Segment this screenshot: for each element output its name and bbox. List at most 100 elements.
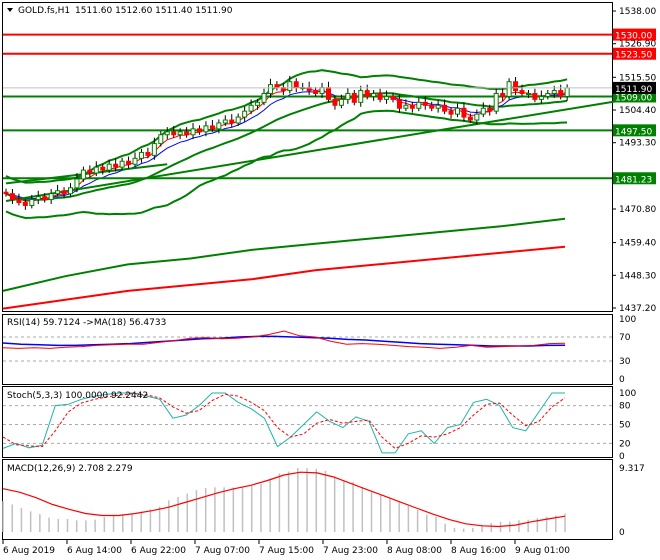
candle-bull bbox=[74, 178, 80, 189]
candle-bull bbox=[545, 93, 551, 97]
level-tag-label: 1530.00 bbox=[615, 32, 652, 42]
candle-bull bbox=[203, 125, 209, 133]
price-tick-label: 1448.30 bbox=[619, 271, 656, 281]
time-tick-label: 7 Aug 15:00 bbox=[259, 546, 314, 556]
candle-bull bbox=[48, 193, 54, 201]
time-tick-label: 8 Aug 08:00 bbox=[387, 546, 442, 556]
candle-bull bbox=[248, 104, 254, 112]
candle-bear bbox=[3, 191, 9, 195]
price-tick-label: 1493.30 bbox=[619, 139, 656, 149]
candle-bull bbox=[68, 187, 73, 195]
candle-bull bbox=[384, 95, 390, 100]
ohlc-label: 1511.60 1512.60 1511.40 1511.90 bbox=[75, 6, 233, 16]
price-tick-label: 1515.50 bbox=[619, 73, 656, 83]
candle-bull bbox=[138, 151, 144, 159]
stoch-tick-label: 20 bbox=[619, 439, 631, 449]
candle-bear bbox=[390, 95, 396, 100]
stoch-tick-label: 0 bbox=[619, 452, 625, 462]
candle-bull bbox=[242, 110, 248, 118]
candle-bull bbox=[538, 95, 544, 100]
candle-bear bbox=[500, 93, 506, 97]
candle-bull bbox=[455, 107, 460, 115]
collapse-triangle-icon[interactable] bbox=[7, 8, 13, 12]
time-tick-label: 6 Aug 22:00 bbox=[131, 546, 186, 556]
candle-bear bbox=[274, 84, 280, 89]
candle-bull bbox=[345, 93, 351, 100]
candle-bull bbox=[216, 122, 222, 130]
candle-bull bbox=[338, 98, 344, 106]
candle-bull bbox=[564, 87, 570, 97]
macd-tick-label: 0 bbox=[619, 528, 625, 538]
candle-bear bbox=[351, 93, 357, 103]
candle-bear bbox=[332, 98, 338, 106]
chart-window[interactable]: 1538.00 1526.90 1515.50 1504.40 1493.30 1470.… bbox=[0, 0, 660, 560]
trend-line bbox=[5, 163, 168, 185]
candle-bear bbox=[467, 116, 473, 121]
candle-bear bbox=[113, 163, 119, 168]
candle-bear bbox=[364, 90, 370, 97]
candle-bull bbox=[371, 93, 377, 97]
candle-bear bbox=[487, 107, 493, 112]
candle-bull bbox=[235, 116, 241, 124]
rsi-chart bbox=[2, 330, 612, 362]
current-price-label: 1511.90 bbox=[615, 85, 652, 95]
level-tag-label: 1523.50 bbox=[615, 51, 652, 61]
candle-bull bbox=[151, 143, 157, 156]
candle-bull bbox=[319, 87, 325, 94]
candle-bull bbox=[261, 93, 267, 103]
chart-canvas[interactable]: 1538.001526.901515.501504.401493.301470.… bbox=[0, 0, 660, 560]
candle-bear bbox=[422, 101, 428, 106]
rsi-tick-label: 70 bbox=[619, 333, 631, 343]
level-tag-label: 1481.23 bbox=[615, 175, 652, 185]
candle-bear bbox=[87, 169, 93, 174]
price-tick-label: 1437.20 bbox=[619, 304, 656, 314]
candle-bull bbox=[358, 90, 364, 103]
candle-bear bbox=[558, 90, 564, 97]
stoch-title: Stoch(5,3,3) 100.0000 92.2442 bbox=[7, 391, 148, 401]
candle-bear bbox=[22, 202, 28, 206]
price-tick-label: 1470.80 bbox=[619, 205, 656, 215]
candle-bull bbox=[177, 131, 183, 136]
candle-bear bbox=[396, 98, 402, 109]
slow-ma-red-line bbox=[2, 245, 566, 310]
rsi-title: RSI(14) 59.7124 ->MA(18) 56.4733 bbox=[7, 318, 166, 328]
candle-bull bbox=[435, 104, 441, 109]
candle-bull bbox=[416, 101, 422, 109]
main-panel bbox=[2, 2, 613, 312]
rsi-ma-line bbox=[2, 335, 566, 347]
macd-tick-label: 9.317 bbox=[619, 464, 645, 474]
bollinger-lower-line bbox=[5, 109, 568, 220]
candle-bear bbox=[16, 199, 22, 204]
trend-line bbox=[5, 99, 619, 203]
candle-bull bbox=[255, 101, 261, 106]
candle-bear bbox=[184, 131, 190, 136]
macd-chart bbox=[2, 468, 566, 532]
time-tick-label: 9 Aug 01:00 bbox=[515, 546, 570, 556]
candle-bear bbox=[461, 107, 467, 118]
stoch-tick-label: 50 bbox=[619, 421, 631, 431]
candle-bear bbox=[519, 90, 525, 95]
rsi-tick-label: 100 bbox=[619, 315, 636, 325]
stoch-main-line bbox=[2, 392, 565, 454]
candle-bull bbox=[80, 169, 86, 180]
candle-bull bbox=[190, 128, 196, 136]
candle-bear bbox=[126, 160, 132, 165]
candle-bull bbox=[551, 90, 557, 95]
candle-bull bbox=[480, 107, 486, 115]
candle-bear bbox=[532, 93, 538, 100]
candle-bear bbox=[209, 125, 215, 130]
candle-bull bbox=[287, 81, 293, 92]
main-chart bbox=[2, 33, 619, 310]
candle-bull bbox=[132, 157, 138, 165]
symbol-label: GOLD.fs,H1 bbox=[18, 6, 70, 16]
candle-bear bbox=[100, 166, 106, 171]
candle-bull bbox=[35, 196, 41, 201]
candle-bull bbox=[267, 84, 273, 94]
candle-bear bbox=[448, 110, 454, 115]
candle-bull bbox=[164, 131, 170, 136]
time-tick-label: 6 Aug 2019 bbox=[3, 546, 55, 556]
price-tick-label: 1504.40 bbox=[619, 106, 656, 116]
candle-bear bbox=[442, 104, 448, 112]
rsi-tick-label: 0 bbox=[619, 375, 625, 385]
macd-title: MACD(12,26,9) 2.708 2.279 bbox=[7, 464, 133, 474]
